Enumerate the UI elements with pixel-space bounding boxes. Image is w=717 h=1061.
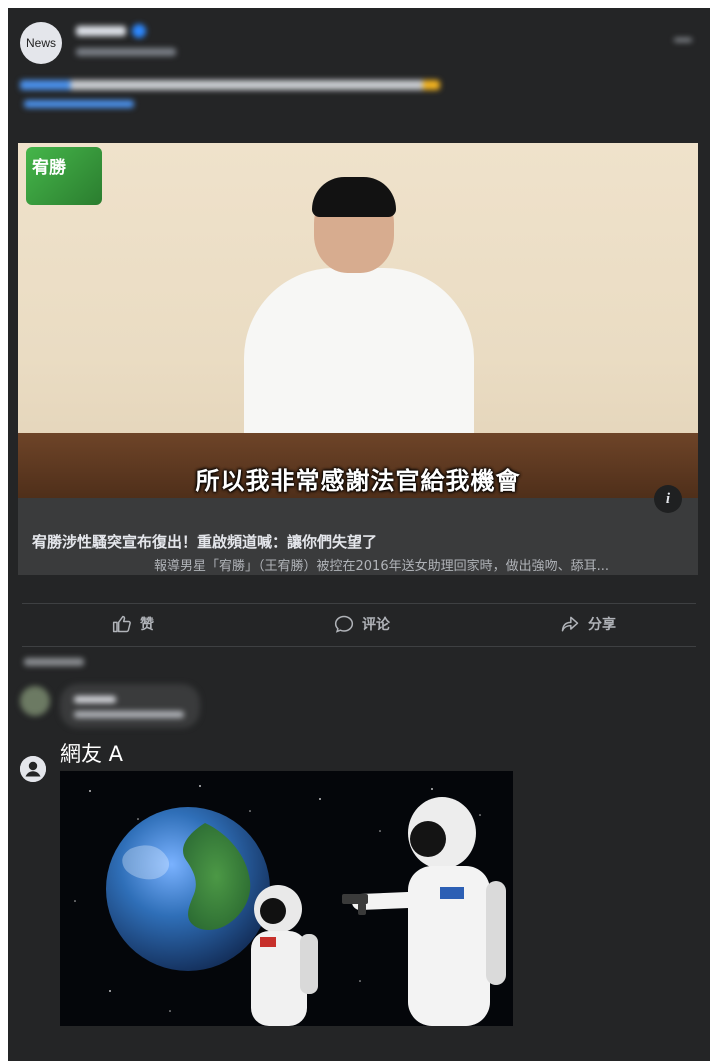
astronaut-meme-image[interactable] xyxy=(60,771,513,1026)
blurred-page-name xyxy=(76,26,126,36)
more-options-icon[interactable] xyxy=(674,38,692,42)
blurred-comment-text xyxy=(74,711,184,718)
comment-label: 评论 xyxy=(362,617,390,633)
speaker-hair xyxy=(312,177,396,217)
comment-button[interactable]: 评论 xyxy=(334,614,390,634)
blurred-commenter-avatar[interactable] xyxy=(20,686,50,716)
news-avatar[interactable]: News xyxy=(20,22,62,64)
channel-badge-text: 宥勝 xyxy=(32,158,66,178)
info-icon[interactable]: i xyxy=(654,485,682,513)
commenter-label: 網友 A xyxy=(60,742,124,766)
video-thumbnail[interactable]: 宥勝 所以我非常感謝法官給我機會 xyxy=(18,143,698,498)
post-frame: News 宥勝 所以我非常感謝法官給我機會 i 宥勝涉性騷突宣布復出！重啟頻道喊… xyxy=(8,8,710,1061)
card-title[interactable]: 宥勝涉性騷突宣布復出！重啟頻道喊：讓你們失望了 xyxy=(32,531,682,552)
blurred-post-meta xyxy=(76,48,176,56)
like-button[interactable]: 赞 xyxy=(112,614,154,634)
blurred-post-text-line-1 xyxy=(20,80,440,90)
card-description: 報導男星「宥勝」（王宥勝）被控在2016年送女助理回家時，做出強吻、舔耳... xyxy=(154,559,609,574)
channel-badge: 宥勝 xyxy=(26,147,102,205)
person-icon xyxy=(20,756,46,782)
speaker-shirt xyxy=(244,268,474,458)
video-caption: 所以我非常感謝法官給我機會 xyxy=(195,467,521,495)
speech-bubble-icon xyxy=(334,615,354,633)
share-label: 分享 xyxy=(588,617,616,633)
blurred-comment-sort[interactable] xyxy=(24,658,84,666)
blurred-comment-bubble xyxy=(60,684,200,728)
share-arrow-icon xyxy=(561,616,579,632)
like-label: 赞 xyxy=(140,617,154,633)
blurred-post-text-line-2 xyxy=(24,100,134,108)
share-button[interactable]: 分享 xyxy=(560,614,616,634)
space-scene xyxy=(60,771,513,1026)
top-post-area: News xyxy=(8,8,710,123)
blurred-comment-name xyxy=(74,696,116,703)
video-link-card[interactable]: 宥勝 所以我非常感謝法官給我機會 i 宥勝涉性騷突宣布復出！重啟頻道喊：讓你們失… xyxy=(18,143,698,575)
thumbs-up-icon xyxy=(112,615,131,633)
user-avatar-icon xyxy=(20,756,46,782)
post-actions-bar: 赞 评论 分享 xyxy=(22,603,696,647)
verified-icon xyxy=(132,24,146,38)
